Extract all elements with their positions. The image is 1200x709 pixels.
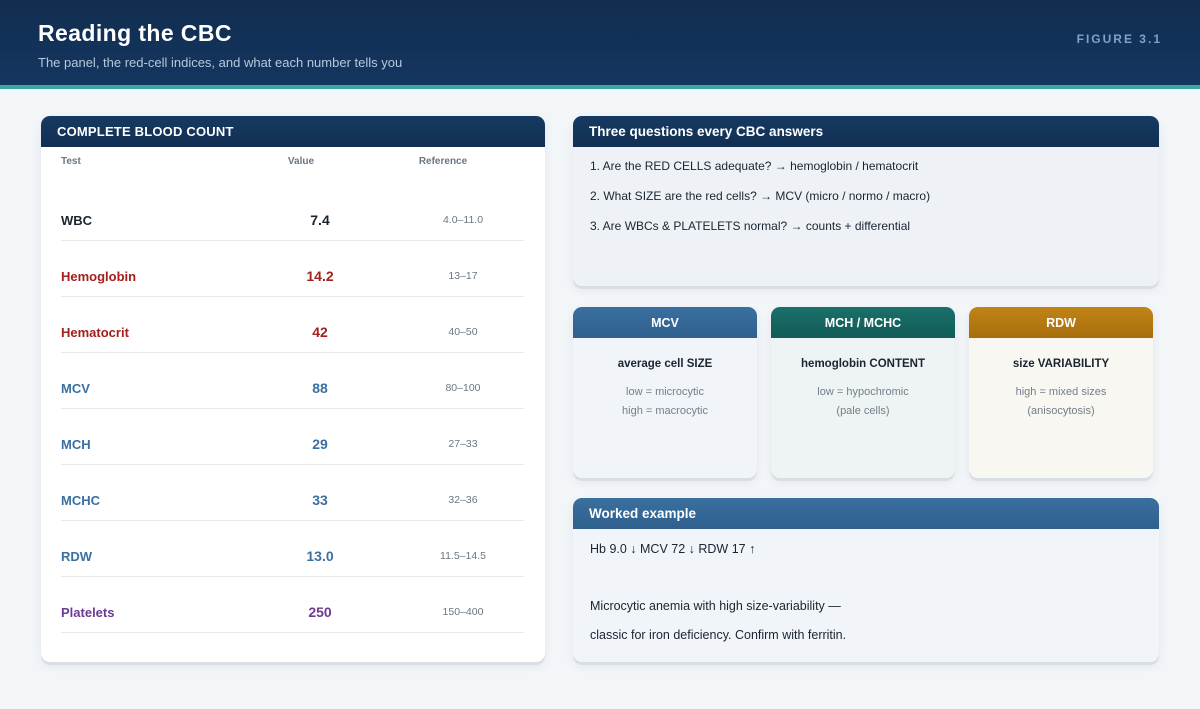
test-name: Platelets (61, 605, 115, 620)
test-reference: 80–100 (445, 382, 481, 394)
test-value: 88 (312, 380, 328, 396)
index-note: high = macrocytic (622, 405, 708, 417)
index-description: average cell SIZE (617, 358, 713, 370)
table-row: RDW 13.0 11.5–14.5 (61, 521, 524, 577)
test-name: Hemoglobin (61, 269, 137, 284)
page-subtitle: The panel, the red-cell indices, and wha… (38, 55, 403, 70)
test-name: MCHC (61, 493, 100, 508)
mcv-card-title: MCV (573, 307, 757, 338)
worked-example-card: Worked example Hb 9.0 ↓ MCV 72 ↓ RDW 17 … (573, 498, 1159, 662)
test-value: 7.4 (310, 212, 330, 228)
column-header-value: Value (287, 156, 315, 167)
worked-example-conclusion: classic for iron deficiency. Confirm wit… (590, 628, 847, 642)
test-reference: 40–50 (448, 326, 478, 338)
cbc-card: COMPLETE BLOOD COUNT Test Value Referenc… (41, 116, 545, 662)
test-value: 42 (312, 324, 328, 340)
question-item: 1. Are the RED CELLS adequate? → hemoglo… (590, 159, 919, 173)
test-name: Hematocrit (61, 325, 129, 340)
table-row: MCV 88 80–100 (61, 353, 524, 409)
cbc-card-title: COMPLETE BLOOD COUNT (41, 116, 545, 147)
rdw-card: RDW size VARIABILITY high = mixed sizes … (969, 307, 1153, 478)
test-name: MCH (61, 437, 91, 452)
index-description: hemoglobin CONTENT (801, 358, 925, 370)
column-header-reference: Reference (418, 156, 468, 167)
column-header-test: Test (61, 156, 81, 167)
table-row: MCH 29 27–33 (61, 409, 524, 465)
worked-example-interpretation: Microcytic anemia with high size-variabi… (590, 599, 841, 613)
test-value: 33 (312, 492, 328, 508)
test-name: WBC (61, 213, 93, 228)
questions-list: 1. Are the RED CELLS adequate? → hemoglo… (590, 159, 930, 249)
header-accent-bar (0, 85, 1200, 89)
test-reference: 4.0–11.0 (442, 214, 484, 226)
rdw-card-title: RDW (969, 307, 1153, 338)
page-title: Reading the CBC (38, 20, 232, 46)
questions-card: Three questions every CBC answers 1. Are… (573, 116, 1159, 286)
test-reference: 13–17 (448, 270, 478, 282)
index-note: low = microcytic (626, 386, 704, 398)
question-item: 2. What SIZE are the red cells? → MCV (m… (590, 189, 931, 203)
mch-mchc-card: MCH / MCHC hemoglobin CONTENT low = hypo… (771, 307, 955, 478)
test-value: 13.0 (306, 548, 334, 564)
test-reference: 11.5–14.5 (440, 550, 486, 562)
test-value: 250 (308, 604, 332, 620)
worked-example-values: Hb 9.0 ↓ MCV 72 ↓ RDW 17 ↑ (590, 542, 756, 556)
test-reference: 27–33 (448, 438, 478, 450)
table-row: MCHC 33 32–36 (61, 465, 524, 521)
questions-card-title: Three questions every CBC answers (573, 116, 1159, 147)
mch-mchc-card-title: MCH / MCHC (771, 307, 955, 338)
index-note: high = mixed sizes (1015, 386, 1107, 398)
index-note: (anisocytosis) (1027, 405, 1095, 417)
worked-example-title: Worked example (573, 498, 1159, 529)
table-row: WBC 7.4 4.0–11.0 (61, 185, 524, 241)
table-row: Hemoglobin 14.2 13–17 (61, 241, 524, 297)
figure-label: FIGURE 3.1 (1076, 32, 1162, 46)
mcv-card: MCV average cell SIZE low = microcytic h… (573, 307, 757, 478)
test-reference: 150–400 (442, 606, 484, 618)
question-item: 3. Are WBCs & PLATELETS normal? → counts… (590, 219, 911, 233)
index-note: low = hypochromic (817, 386, 909, 398)
table-row: Platelets 250 150–400 (61, 577, 524, 633)
test-name: MCV (61, 381, 90, 396)
header-banner: Reading the CBC The panel, the red-cell … (0, 0, 1200, 85)
index-description: size VARIABILITY (1012, 358, 1110, 370)
test-name: RDW (61, 549, 93, 564)
table-row: Hematocrit 42 40–50 (61, 297, 524, 353)
test-value: 14.2 (306, 268, 334, 284)
test-reference: 32–36 (448, 494, 478, 506)
index-note: (pale cells) (836, 405, 890, 417)
test-value: 29 (312, 436, 328, 452)
